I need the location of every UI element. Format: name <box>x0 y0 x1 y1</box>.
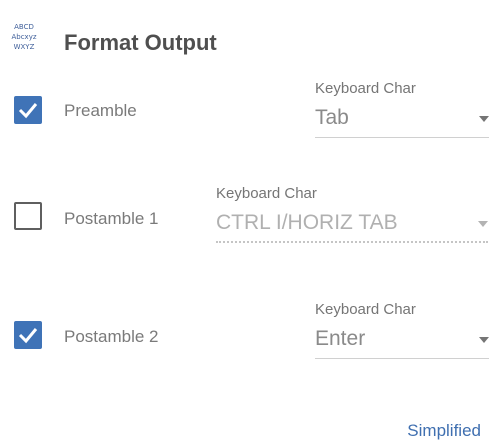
dropdown-arrow-icon[interactable] <box>479 116 489 122</box>
dropdown-arrow-icon <box>478 221 488 227</box>
postamble-2-keyboard-char-field: Keyboard Char Enter <box>315 301 489 359</box>
preamble-label: Preamble <box>64 101 137 120</box>
dropdown-arrow-icon[interactable] <box>479 337 489 343</box>
preamble-keyboard-char-select[interactable]: Tab <box>315 100 489 138</box>
select-value: Tab <box>315 106 349 129</box>
checkmark-icon <box>18 103 38 119</box>
select-value: Enter <box>315 327 366 350</box>
preamble-checkbox[interactable] <box>14 96 42 124</box>
format-text-icon: ABCD Abcxyz WXYZ <box>11 23 36 51</box>
postamble-1-keyboard-char-select: CTRL I/HORIZ TAB <box>216 205 488 243</box>
postamble-1-checkbox[interactable] <box>14 202 42 230</box>
svg-text:ABCD: ABCD <box>14 23 34 31</box>
simplified-link[interactable]: Simplified <box>407 421 481 441</box>
preamble-row: Preamble Keyboard Char Tab <box>0 80 489 170</box>
postamble-1-keyboard-char-field: Keyboard Char CTRL I/HORIZ TAB <box>216 185 488 243</box>
field-label: Keyboard Char <box>315 301 416 318</box>
postamble-2-checkbox[interactable] <box>14 321 42 349</box>
postamble-2-label: Postamble 2 <box>64 327 159 346</box>
svg-text:Abcxyz: Abcxyz <box>11 33 36 41</box>
checkmark-icon <box>18 328 38 344</box>
svg-text:WXYZ: WXYZ <box>14 43 35 51</box>
postamble-1-row: Postamble 1 Keyboard Char CTRL I/HORIZ T… <box>0 183 489 273</box>
postamble-2-keyboard-char-select[interactable]: Enter <box>315 321 489 359</box>
preamble-keyboard-char-field: Keyboard Char Tab <box>315 80 489 138</box>
postamble-1-label: Postamble 1 <box>64 209 159 228</box>
field-label: Keyboard Char <box>315 80 416 97</box>
postamble-2-row: Postamble 2 Keyboard Char Enter <box>0 298 489 398</box>
select-value: CTRL I/HORIZ TAB <box>216 211 398 234</box>
header: ABCD Abcxyz WXYZ Format Output <box>0 0 489 72</box>
page-title: Format Output <box>64 30 217 55</box>
field-label: Keyboard Char <box>216 185 317 202</box>
